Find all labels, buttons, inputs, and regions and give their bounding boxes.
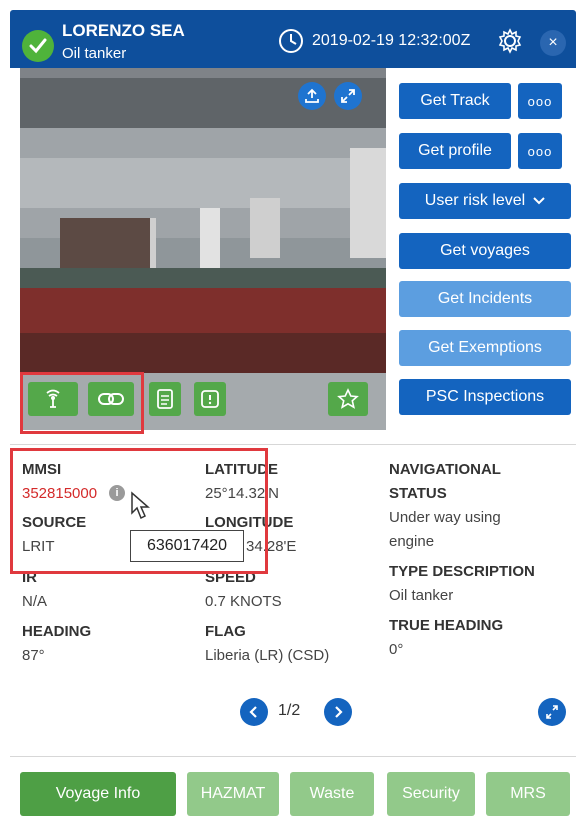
vessel-header: LORENZO SEA Oil tanker 2019-02-19 12:32:… (10, 10, 576, 68)
expand-details-button[interactable] (538, 698, 566, 726)
get-track-more-button[interactable]: ooo (518, 83, 562, 119)
flag-value: Liberia (LR) (CSD) (205, 647, 330, 664)
get-profile-button[interactable]: Get profile (399, 133, 511, 169)
heading-label: HEADING (22, 623, 92, 640)
tab-security[interactable]: Security (387, 772, 475, 816)
highlight-mmsi (10, 448, 268, 574)
next-page-button[interactable] (324, 698, 352, 726)
nav-status-label-2: STATUS (389, 485, 447, 502)
divider-bottom (10, 756, 576, 757)
tab-mrs[interactable]: MRS (486, 772, 570, 816)
vessel-name: LORENZO SEA (62, 21, 185, 40)
timestamp: 2019-02-19 12:32:00Z (312, 32, 471, 49)
true-heading-value: 0° (389, 641, 404, 658)
vessel-type: Oil tanker (62, 45, 127, 62)
heading-value: 87° (22, 647, 45, 664)
tab-voyage-info[interactable]: Voyage Info (20, 772, 176, 816)
info-square-icon[interactable] (194, 382, 226, 416)
close-button[interactable]: × (540, 30, 566, 56)
flag-label: FLAG (205, 623, 246, 640)
ir-value: N/A (22, 593, 48, 610)
expand-icon[interactable] (334, 82, 362, 110)
nav-status-label-1: NAVIGATIONAL (389, 461, 501, 478)
tab-hazmat[interactable]: HAZMAT (187, 772, 279, 816)
prev-page-button[interactable] (240, 698, 268, 726)
get-exemptions-button[interactable]: Get Exemptions (399, 330, 571, 366)
clock-icon (278, 28, 304, 59)
gear-icon[interactable] (497, 28, 523, 59)
psc-inspections-button[interactable]: PSC Inspections (399, 379, 571, 415)
type-description-value: Oil tanker (389, 587, 454, 604)
true-heading-label: TRUE HEADING (389, 617, 504, 634)
page-indicator: 1/2 (278, 702, 301, 719)
get-profile-more-button[interactable]: ooo (518, 133, 562, 169)
document-icon[interactable] (149, 382, 181, 416)
user-risk-level-label: User risk level (424, 192, 526, 209)
chevron-down-icon (533, 197, 545, 205)
tab-waste[interactable]: Waste (290, 772, 374, 816)
star-icon[interactable] (328, 382, 368, 416)
nav-status-value-2: engine (389, 533, 435, 550)
speed-value: 0.7 KNOTS (205, 593, 282, 610)
get-incidents-button[interactable]: Get Incidents (399, 281, 571, 317)
get-voyages-button[interactable]: Get voyages (399, 233, 571, 269)
get-track-button[interactable]: Get Track (399, 83, 511, 119)
highlight-tools (20, 372, 144, 434)
divider-top (10, 444, 576, 445)
type-description-label: TYPE DESCRIPTION (389, 563, 535, 580)
check-icon (22, 30, 54, 62)
nav-status-value-1: Under way using (389, 509, 501, 526)
user-risk-level-dropdown[interactable]: User risk level (399, 183, 571, 219)
upload-icon[interactable] (298, 82, 326, 110)
